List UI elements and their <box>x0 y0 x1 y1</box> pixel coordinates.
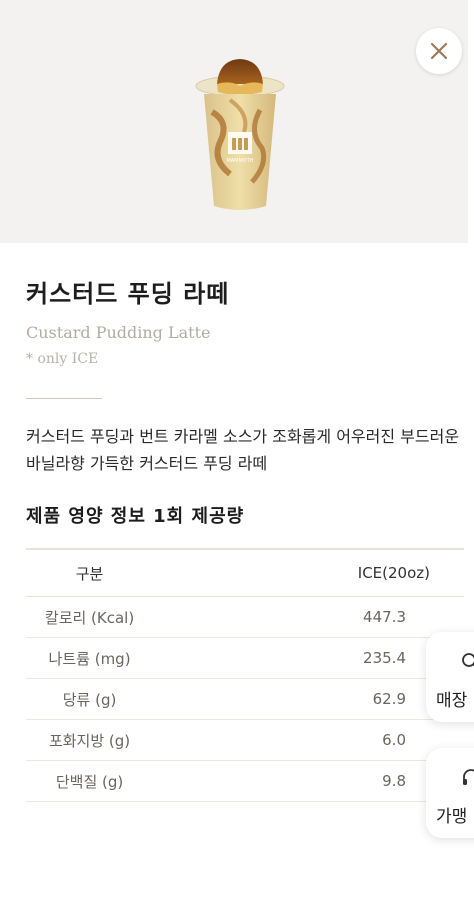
headset-icon <box>463 769 474 785</box>
table-row: 칼로리 (Kcal) 447.3 <box>26 597 464 638</box>
cup-brand-text: MAMMOTH <box>226 158 253 164</box>
product-description: 커스터드 푸딩과 번트 카라멜 소스가 조화롭게 어우러진 부드러운 바닐라향 … <box>26 427 460 473</box>
franchise-inquiry-label: 가맹 <box>436 807 468 827</box>
nutrition-heading: 제품 영양 정보 1회 제공량 <box>26 506 245 527</box>
table-row: 포화지방 (g) 6.0 <box>26 720 464 761</box>
nutrient-value: 6.0 <box>382 731 406 749</box>
table-row: 당류 (g) 62.9 <box>26 679 464 720</box>
nutrient-label: 칼로리 (Kcal) <box>44 608 135 627</box>
close-icon <box>430 42 448 60</box>
column-header: 구분 <box>75 564 104 583</box>
product-image-area: MAMMOTH <box>0 0 474 243</box>
hero-edge <box>468 0 474 243</box>
close-button[interactable] <box>416 28 462 74</box>
nutrient-value: 9.8 <box>382 772 406 790</box>
search-icon <box>462 653 474 667</box>
table-row: 나트륨 (mg) 235.4 <box>26 638 464 679</box>
nutrition-table: 구분 ICE(20oz) 칼로리 (Kcal) 447.3 나트륨 (mg) 2… <box>26 548 464 802</box>
franchise-inquiry-button[interactable]: 가맹 <box>426 748 474 838</box>
product-english-name: Custard Pudding Latte <box>26 323 211 342</box>
drink-image: MAMMOTH <box>195 59 285 210</box>
product-note: * only ICE <box>26 351 99 367</box>
store-finder-label: 매장 <box>436 691 468 711</box>
nutrient-label: 당류 (g) <box>62 690 117 709</box>
divider <box>26 398 102 399</box>
store-finder-button[interactable]: 매장 <box>426 632 474 722</box>
nutrient-label: 나트륨 (mg) <box>48 649 131 668</box>
nutrient-value: 235.4 <box>363 649 406 667</box>
table-header-row: 구분 ICE(20oz) <box>26 549 464 597</box>
product-title: 커스터드 푸딩 라떼 <box>26 280 230 308</box>
column-header: ICE(20oz) <box>357 564 430 582</box>
nutrient-value: 62.9 <box>372 690 406 708</box>
nutrient-label: 단백질 (g) <box>55 772 124 791</box>
nutrient-label: 포화지방 (g) <box>48 731 131 750</box>
nutrient-value: 447.3 <box>363 608 406 626</box>
table-row: 단백질 (g) 9.8 <box>26 761 464 802</box>
